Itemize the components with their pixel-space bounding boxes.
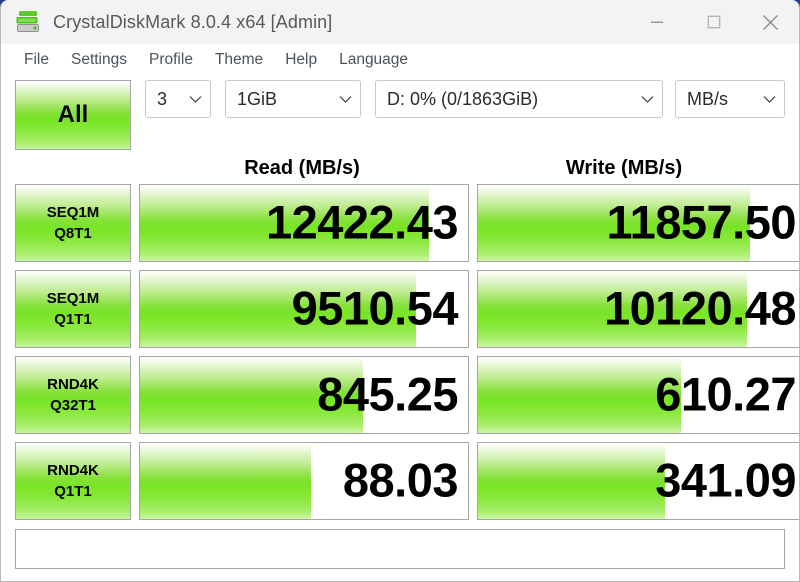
read-score-value: 12422.43: [265, 195, 459, 249]
chevron-down-icon: [749, 95, 776, 104]
table-row: RND4K Q32T1 845.25 610.27: [15, 356, 799, 434]
unit-value: MB/s: [687, 88, 729, 109]
test-label-main: SEQ1M: [46, 204, 100, 221]
chevron-down-icon: [175, 95, 202, 104]
table-row: SEQ1M Q1T1 9510.54 10120.48: [15, 270, 799, 348]
table-row: SEQ1M Q8T1 12422.43 11857.50: [15, 184, 799, 262]
window-title: CrystalDiskMark 8.0.4 x64 [Admin]: [53, 11, 333, 32]
score-bar-fill: [478, 443, 665, 519]
maximize-button[interactable]: [685, 0, 742, 44]
read-score-seq1m-q1t1[interactable]: 9510.54: [139, 270, 469, 348]
test-label-main: RND4K: [47, 462, 99, 479]
target-drive-dropdown[interactable]: D: 0% (0/1863GiB): [375, 80, 663, 118]
close-button[interactable]: [742, 0, 799, 44]
menu-item-profile[interactable]: Profile: [138, 48, 204, 72]
column-header-read: Read (MB/s): [244, 156, 360, 179]
menu-item-file[interactable]: File: [13, 48, 60, 72]
test-size-dropdown[interactable]: 1GiB: [225, 80, 361, 118]
test-label-rnd4k-q32t1[interactable]: RND4K Q32T1: [15, 356, 131, 434]
run-all-button[interactable]: All: [15, 80, 131, 150]
write-score-value: 10120.48: [603, 281, 797, 335]
read-score-rnd4k-q1t1[interactable]: 88.03: [139, 442, 469, 520]
test-size-value: 1GiB: [237, 88, 278, 109]
close-icon: [763, 14, 778, 30]
test-count-value: 3: [157, 88, 168, 109]
test-label-sub: Q1T1: [54, 483, 92, 500]
title-bar[interactable]: CrystalDiskMark 8.0.4 x64 [Admin]: [1, 0, 799, 44]
test-label-main: SEQ1M: [46, 290, 100, 307]
menu-item-settings[interactable]: Settings: [60, 48, 138, 72]
unit-dropdown[interactable]: MB/s: [675, 80, 785, 118]
read-score-value: 845.25: [317, 367, 458, 421]
read-score-seq1m-q8t1[interactable]: 12422.43: [139, 184, 469, 262]
write-score-value: 11857.50: [606, 195, 797, 249]
write-score-rnd4k-q32t1[interactable]: 610.27: [477, 356, 799, 434]
test-label-sub: Q8T1: [54, 225, 92, 242]
menu-item-theme[interactable]: Theme: [204, 48, 274, 72]
client-area: All 3 1GiB D: 0% (0/1863GiB) MB/s Read (…: [1, 76, 799, 569]
test-label-rnd4k-q1t1[interactable]: RND4K Q1T1: [15, 442, 131, 520]
test-label-sub: Q1T1: [54, 311, 92, 328]
target-drive-value: D: 0% (0/1863GiB): [387, 88, 539, 109]
test-label-sub: Q32T1: [50, 397, 96, 414]
status-bar: [15, 529, 785, 569]
minimize-button[interactable]: [628, 0, 685, 44]
read-score-rnd4k-q32t1[interactable]: 845.25: [139, 356, 469, 434]
column-headers: Read (MB/s) Write (MB/s): [15, 152, 785, 184]
write-score-value: 341.09: [655, 453, 796, 507]
test-label-seq1m-q8t1[interactable]: SEQ1M Q8T1: [15, 184, 131, 262]
benchmark-toolbar: All 3 1GiB D: 0% (0/1863GiB) MB/s: [15, 76, 785, 152]
results-grid: SEQ1M Q8T1 12422.43 11857.50 SEQ1M Q1T1: [15, 184, 799, 520]
menu-bar: File Settings Profile Theme Help Languag…: [1, 44, 799, 76]
menu-item-language[interactable]: Language: [328, 48, 419, 72]
write-score-value: 610.27: [655, 367, 796, 421]
write-score-seq1m-q1t1[interactable]: 10120.48: [477, 270, 799, 348]
crystaldiskmark-window: CrystalDiskMark 8.0.4 x64 [Admin] File S…: [0, 0, 800, 582]
chevron-down-icon: [325, 95, 352, 104]
chevron-down-icon: [627, 95, 654, 104]
write-score-rnd4k-q1t1[interactable]: 341.09: [477, 442, 799, 520]
minimize-icon: [650, 21, 663, 23]
window-controls: [628, 0, 799, 44]
disk-drive-icon: [16, 11, 39, 32]
maximize-icon: [707, 15, 720, 29]
write-score-seq1m-q8t1[interactable]: 11857.50: [477, 184, 799, 262]
table-row: RND4K Q1T1 88.03 341.09: [15, 442, 799, 520]
column-header-write: Write (MB/s): [565, 156, 683, 179]
menu-item-help[interactable]: Help: [274, 48, 328, 72]
read-score-value: 9510.54: [291, 281, 459, 335]
score-bar-fill: [478, 357, 682, 433]
test-label-main: RND4K: [47, 376, 99, 393]
test-count-dropdown[interactable]: 3: [145, 80, 211, 118]
score-bar-fill: [140, 443, 311, 519]
read-score-value: 88.03: [342, 453, 459, 507]
test-label-seq1m-q1t1[interactable]: SEQ1M Q1T1: [15, 270, 131, 348]
